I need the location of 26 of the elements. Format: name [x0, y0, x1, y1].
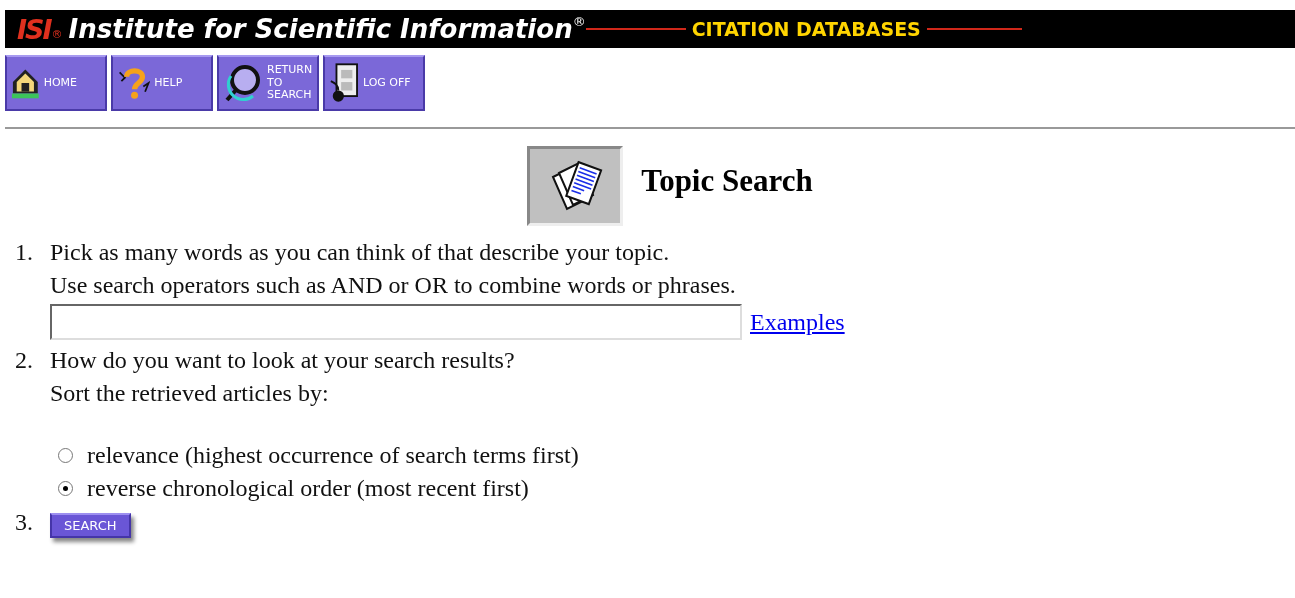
- instruction-text: Pick as many words as you can think of that describe your topic.: [50, 238, 671, 266]
- site-title: Institute for Scientific Information: [68, 14, 573, 44]
- step-number: 3.: [14, 508, 34, 537]
- option-label: relevance (highest occurrence of search terms first): [87, 441, 579, 469]
- power-outlet-icon: [329, 61, 359, 105]
- examples-link[interactable]: Examples: [750, 308, 845, 336]
- search-field[interactable]: [50, 304, 742, 340]
- radio-button[interactable]: [58, 447, 73, 463]
- toolbar-button[interactable]: LOG OFF: [323, 55, 425, 111]
- toolbar-button[interactable]: RETURN TO SEARCH: [217, 55, 319, 111]
- toolbar-button[interactable]: HELP: [111, 55, 213, 111]
- instruction-text: Use search operators such as AND or OR to combine words or phrases.: [50, 271, 737, 299]
- step-number: 1.: [14, 238, 34, 267]
- toolbar-button[interactable]: HOME: [5, 55, 107, 111]
- radio-button[interactable]: [58, 480, 73, 496]
- instruction-text: Sort the retrieved articles by:: [50, 379, 330, 407]
- magnifier-icon: [223, 62, 263, 104]
- instruction-text: How do you want to look at your search results?: [50, 346, 516, 374]
- registered-mark: ®: [51, 27, 63, 41]
- registered-mark: ®: [572, 14, 586, 29]
- step-number: 2.: [14, 346, 34, 375]
- search-button[interactable]: SEARCH: [50, 513, 131, 538]
- banner-subtitle: CITATION DATABASES: [691, 18, 921, 40]
- logo: ISI: [17, 13, 51, 45]
- option-label: reverse chronological order (most recent first): [87, 474, 529, 502]
- page-title: Topic Search: [641, 163, 813, 199]
